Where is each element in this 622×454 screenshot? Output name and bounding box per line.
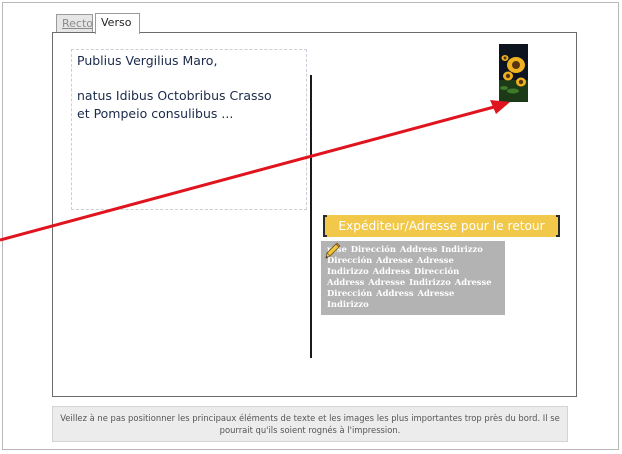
card-divider	[310, 75, 312, 358]
address-placeholder-text: rese Dirección Address Indirizzo Direcci…	[327, 244, 492, 309]
sender-return-address-label[interactable]: Expéditeur/Adresse pour le retour	[323, 215, 560, 237]
pencil-icon[interactable]	[323, 242, 341, 260]
tab-verso[interactable]: Verso	[95, 13, 140, 34]
sunflower-photo-icon	[499, 44, 528, 102]
address-placeholder-block[interactable]: rese Dirección Address Indirizzo Direcci…	[321, 241, 505, 315]
message-text-box[interactable]: Publius Vergilius Maro, natus Idibus Oct…	[71, 49, 307, 210]
bracket-left	[323, 215, 327, 237]
print-margin-notice: Veillez à ne pas positionner les princip…	[52, 406, 568, 442]
sender-label-text: Expéditeur/Adresse pour le retour	[338, 219, 545, 233]
message-line-1: Publius Vergilius Maro,	[77, 53, 218, 68]
message-line-2: natus Idibus Octobribus Crasso et Pompei…	[77, 88, 272, 121]
postcard-verso: Publius Vergilius Maro, natus Idibus Oct…	[52, 32, 577, 397]
tab-recto[interactable]: Recto	[56, 14, 93, 33]
bracket-right	[556, 215, 560, 237]
stamp-image[interactable]	[499, 44, 528, 102]
